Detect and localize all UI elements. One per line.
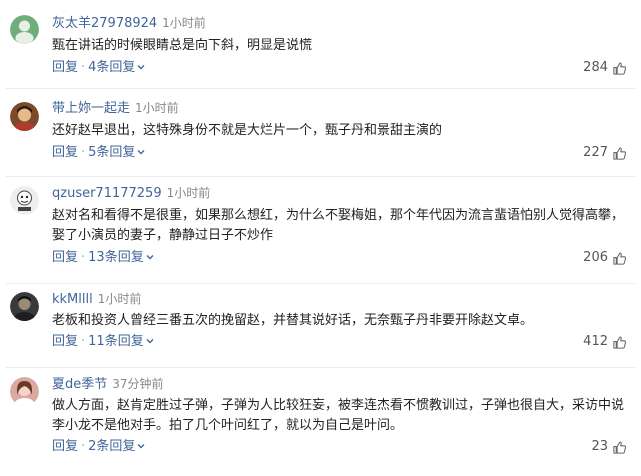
reply-button[interactable]: 回复 xyxy=(52,60,78,75)
view-replies-button[interactable]: 11条回复 xyxy=(88,334,155,349)
comment-actions: 回复 · 4条回复 xyxy=(52,59,146,77)
thumbs-up-icon xyxy=(613,441,627,454)
comment-item: qzuser71177259 1小时前 赵对名和看得不是很重，如果那么想红，为什么… xyxy=(0,176,641,283)
separator: · xyxy=(81,250,86,265)
chevron-down-icon xyxy=(137,444,145,449)
view-replies-button[interactable]: 13条回复 xyxy=(88,250,155,265)
comment-actions: 回复 · 5条回复 xyxy=(52,144,146,162)
comment-header: 夏de季节 37分钟前 xyxy=(52,375,164,394)
like-button[interactable]: 284 xyxy=(583,59,627,77)
like-button[interactable]: 206 xyxy=(583,249,627,267)
replies-count-label: 2条回复 xyxy=(88,439,136,454)
separator: · xyxy=(81,60,86,75)
comment-header: 带上妳一起走 1小时前 xyxy=(52,99,179,118)
reply-button[interactable]: 回复 xyxy=(52,439,78,454)
comment-actions: 回复 · 13条回复 xyxy=(52,249,155,267)
comment-item: kkMllll 1小时前 老板和投资人曾经三番五次的挽留赵，并替其说好话，无奈甄子… xyxy=(0,283,641,367)
thumbs-up-icon xyxy=(613,62,627,75)
comment-text: 还好赵早退出，这特殊身份不就是大烂片一个，甄子丹和景甜主演的 xyxy=(52,123,443,138)
separator: · xyxy=(81,145,86,160)
comment-time: 1小时前 xyxy=(162,16,206,30)
comment-text: 老板和投资人曾经三番五次的挽留赵，并替其说好话，无奈甄子丹非要开除赵文卓。 xyxy=(52,313,534,328)
comment-time: 1小时前 xyxy=(97,292,142,306)
avatar-image xyxy=(10,186,39,215)
like-count: 227 xyxy=(583,145,608,160)
like-count: 412 xyxy=(583,334,608,349)
comment-item: 带上妳一起走 1小时前 还好赵早退出，这特殊身份不就是大烂片一个，甄子丹和景甜主演… xyxy=(0,88,641,176)
chevron-down-icon xyxy=(137,150,145,155)
chevron-down-icon xyxy=(146,339,154,344)
replies-count-label: 13条回复 xyxy=(88,250,144,265)
reply-button[interactable]: 回复 xyxy=(52,145,78,160)
username-link[interactable]: 灰太羊27978924 xyxy=(52,16,157,31)
comment-item: 灰太羊27978924 1小时前 甄在讲话的时候眼睛总是向下斜，明显是说慌 回复 ·… xyxy=(0,0,641,88)
avatar[interactable] xyxy=(10,377,39,406)
thumbs-up-icon xyxy=(613,252,627,265)
comment-time: 37分钟前 xyxy=(112,377,164,391)
replies-count-label: 11条回复 xyxy=(88,334,144,349)
like-count: 284 xyxy=(583,60,608,75)
replies-count-label: 5条回复 xyxy=(88,145,136,160)
username-link[interactable]: 带上妳一起走 xyxy=(52,101,130,116)
like-button[interactable]: 227 xyxy=(583,144,627,162)
reply-button[interactable]: 回复 xyxy=(52,334,78,349)
replies-count-label: 4条回复 xyxy=(88,60,136,75)
thumbs-up-icon xyxy=(613,336,627,349)
thumbs-up-icon xyxy=(613,147,627,160)
like-button[interactable]: 23 xyxy=(591,438,627,456)
view-replies-button[interactable]: 4条回复 xyxy=(88,60,146,75)
comment-item: 夏de季节 37分钟前 做人方面，赵肯定胜过子弹，子弹为人比较狂妄，被李连杰看不惯… xyxy=(0,367,641,476)
comment-time: 1小时前 xyxy=(166,186,211,200)
comment-actions: 回复 · 11条回复 xyxy=(52,333,155,351)
avatar[interactable] xyxy=(10,186,39,215)
comment-header: qzuser71177259 1小时前 xyxy=(52,184,210,203)
username-link[interactable]: qzuser71177259 xyxy=(52,186,162,201)
avatar[interactable] xyxy=(10,102,39,131)
view-replies-button[interactable]: 5条回复 xyxy=(88,145,146,160)
separator: · xyxy=(81,334,86,349)
comment-text: 赵对名和看得不是很重，如果那么想红，为什么不娶梅姐，那个年代因为流言蜚语怕别人觉… xyxy=(52,208,625,243)
chevron-down-icon xyxy=(137,65,145,70)
comment-time: 1小时前 xyxy=(135,101,179,115)
view-replies-button[interactable]: 2条回复 xyxy=(88,439,146,454)
avatar[interactable] xyxy=(10,292,39,321)
like-count: 23 xyxy=(591,439,608,454)
like-button[interactable]: 412 xyxy=(583,333,627,351)
comment-header: 灰太羊27978924 1小时前 xyxy=(52,14,206,33)
username-link[interactable]: 夏de季节 xyxy=(52,377,107,392)
comment-text: 甄在讲话的时候眼睛总是向下斜，明显是说慌 xyxy=(52,38,313,53)
like-count: 206 xyxy=(583,250,608,265)
comment-text: 做人方面，赵肯定胜过子弹，子弹为人比较狂妄，被李连杰看不惯教训过，子弹也很自大，… xyxy=(52,398,625,433)
separator: · xyxy=(81,439,86,454)
avatar-image xyxy=(10,377,39,406)
comment-actions: 回复 · 2条回复 xyxy=(52,438,146,456)
reply-button[interactable]: 回复 xyxy=(52,250,78,265)
comment-header: kkMllll 1小时前 xyxy=(52,290,141,309)
avatar[interactable] xyxy=(10,15,39,44)
avatar-image xyxy=(10,102,39,131)
avatar-image xyxy=(10,292,39,321)
avatar-image xyxy=(10,15,39,44)
chevron-down-icon xyxy=(146,255,154,260)
username-link[interactable]: kkMllll xyxy=(52,292,93,307)
